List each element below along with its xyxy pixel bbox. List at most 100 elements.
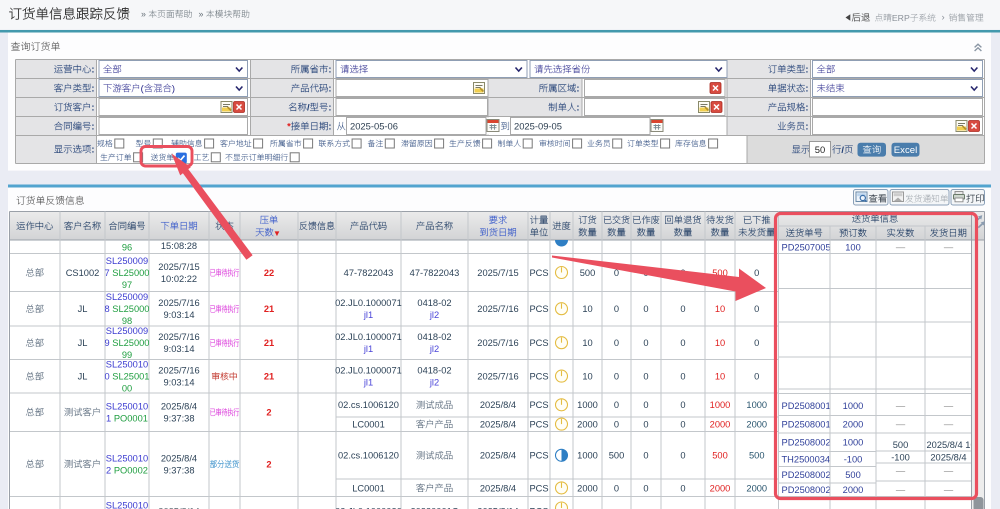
svg-text:PCS: PCS <box>529 304 548 314</box>
svg-text:2025-05-06: 2025-05-06 <box>350 120 398 131</box>
svg-text::: : <box>328 102 331 113</box>
svg-text:9:37:38: 9:37:38 <box>163 413 194 423</box>
svg-text:0: 0 <box>614 372 619 382</box>
svg-text:97: 97 <box>122 280 132 290</box>
svg-text:0: 0 <box>754 268 759 278</box>
svg-text:0: 0 <box>643 419 648 429</box>
svg-text:1000: 1000 <box>577 400 598 410</box>
svg-text:0: 0 <box>643 372 648 382</box>
svg-text:0: 0 <box>643 304 648 314</box>
svg-text:1000: 1000 <box>710 400 731 410</box>
svg-text:2000: 2000 <box>746 483 767 493</box>
svg-text::: : <box>91 83 94 94</box>
svg-text:2025/8/4 10: 2025/8/4 10 <box>927 440 976 450</box>
svg-text:jl1: jl1 <box>363 378 373 388</box>
svg-text:0418-02: 0418-02 <box>417 298 451 308</box>
svg-text:—: — <box>896 466 906 476</box>
svg-text:15:08:28: 15:08:28 <box>161 241 197 251</box>
svg-text:2025/7/16: 2025/7/16 <box>477 372 518 382</box>
svg-text:0: 0 <box>614 400 619 410</box>
svg-text:SL25001: SL25001 <box>112 372 149 382</box>
svg-text:2025/7/16: 2025/7/16 <box>477 338 518 348</box>
svg-text:0: 0 <box>643 483 648 493</box>
svg-text:PO0001: PO0001 <box>114 413 148 423</box>
svg-text:—: — <box>944 242 954 252</box>
svg-text:2025/7/16: 2025/7/16 <box>158 366 199 376</box>
svg-text:ERP: ERP <box>892 13 910 23</box>
svg-text:LC0001: LC0001 <box>352 483 385 493</box>
svg-text:/: / <box>307 102 310 113</box>
svg-text:2000: 2000 <box>577 483 598 493</box>
svg-text:PCS: PCS <box>529 268 548 278</box>
svg-text:10: 10 <box>582 372 592 382</box>
svg-text::: : <box>805 102 808 113</box>
svg-text::: : <box>805 121 808 132</box>
svg-text:1: 1 <box>106 413 111 423</box>
svg-text:▼: ▼ <box>273 229 281 238</box>
svg-text:2000: 2000 <box>746 419 767 429</box>
svg-text:0: 0 <box>614 304 619 314</box>
svg-text:›: › <box>942 12 945 23</box>
svg-text:PD2507005: PD2507005 <box>782 243 831 253</box>
svg-text:PCS: PCS <box>529 372 548 382</box>
svg-text:SL25000: SL25000 <box>112 268 149 278</box>
svg-text::: : <box>328 83 331 94</box>
svg-text:0: 0 <box>680 372 685 382</box>
svg-text:21: 21 <box>264 304 274 314</box>
svg-text:10: 10 <box>715 372 725 382</box>
svg-text:SL250009: SL250009 <box>106 292 148 302</box>
svg-text:98: 98 <box>122 316 132 326</box>
svg-text:0: 0 <box>643 338 648 348</box>
svg-text:2: 2 <box>266 407 271 417</box>
svg-text:LC0001: LC0001 <box>352 419 385 429</box>
svg-text:1000: 1000 <box>577 451 598 461</box>
svg-text:00: 00 <box>122 384 132 394</box>
svg-text:100: 100 <box>845 243 861 253</box>
svg-text:0: 0 <box>614 338 619 348</box>
svg-text:10: 10 <box>582 338 592 348</box>
svg-text:47-7822043: 47-7822043 <box>410 268 460 278</box>
svg-text:JL: JL <box>78 372 88 382</box>
svg-text:PD2508002: PD2508002 <box>782 438 831 448</box>
svg-text:»: » <box>141 9 146 19</box>
svg-text:SL250010: SL250010 <box>106 401 148 411</box>
svg-text:0: 0 <box>754 338 759 348</box>
svg-text:500: 500 <box>609 451 625 461</box>
svg-text:2025/8/4: 2025/8/4 <box>161 453 197 463</box>
svg-text:0: 0 <box>680 304 685 314</box>
svg-text:0: 0 <box>680 451 685 461</box>
svg-text:CS1002: CS1002 <box>66 268 100 278</box>
svg-text:1000: 1000 <box>746 400 767 410</box>
svg-text:02.cs.1006120: 02.cs.1006120 <box>338 451 399 461</box>
svg-text:8: 8 <box>105 304 110 314</box>
svg-text:JL: JL <box>78 338 88 348</box>
svg-text:TH2500034: TH2500034 <box>782 454 831 464</box>
svg-text:—: — <box>944 485 954 495</box>
svg-text:PCS: PCS <box>529 338 548 348</box>
svg-text:0: 0 <box>614 483 619 493</box>
svg-text::: : <box>91 64 94 75</box>
svg-text:-100: -100 <box>844 454 863 464</box>
svg-text:02.JL0.1000071: 02.JL0.1000071 <box>335 332 402 342</box>
svg-text:*: * <box>287 121 291 132</box>
svg-text:0: 0 <box>680 419 685 429</box>
svg-text:2025/7/16: 2025/7/16 <box>477 304 518 314</box>
svg-text:PD2508001: PD2508001 <box>782 419 831 429</box>
svg-text:—: — <box>896 401 906 411</box>
svg-text:2025/8/4: 2025/8/4 <box>930 452 966 462</box>
svg-text:jl1: jl1 <box>363 344 373 354</box>
svg-text:9:37:38: 9:37:38 <box>163 465 194 475</box>
svg-text:jl2: jl2 <box>429 310 439 320</box>
svg-text:2000: 2000 <box>843 485 864 495</box>
svg-text:2: 2 <box>106 465 111 475</box>
svg-text:0: 0 <box>754 372 759 382</box>
svg-text:0: 0 <box>754 304 759 314</box>
svg-text:10:02:22: 10:02:22 <box>161 274 197 284</box>
svg-text:2025/8/4: 2025/8/4 <box>480 419 516 429</box>
svg-text:2000: 2000 <box>710 419 731 429</box>
svg-text:10: 10 <box>582 304 592 314</box>
svg-text:02.JL0.1000071: 02.JL0.1000071 <box>335 298 402 308</box>
svg-text:»: » <box>199 9 204 19</box>
svg-text:SL25000: SL25000 <box>112 304 149 314</box>
svg-text:SL250009: SL250009 <box>106 326 148 336</box>
